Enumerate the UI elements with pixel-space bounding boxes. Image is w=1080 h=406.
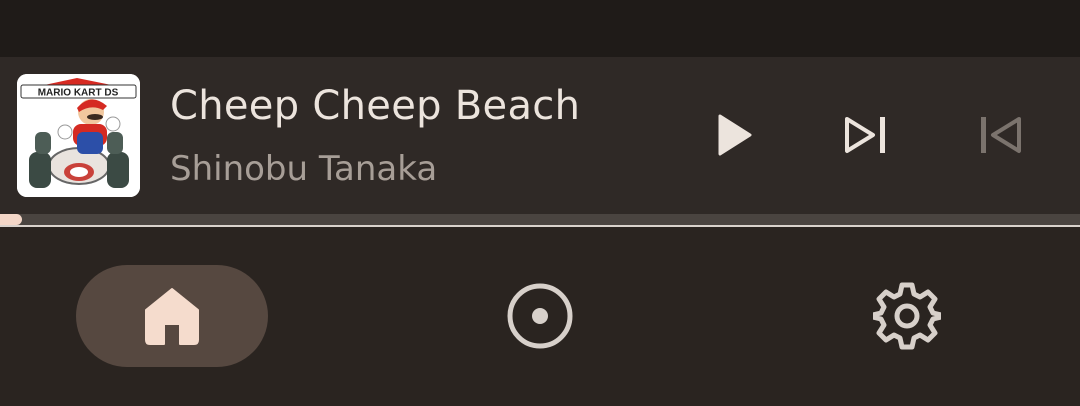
- mini-player[interactable]: MARIO KART DS Cheep Cheep Beach Shinobu …: [0, 57, 1080, 227]
- nav-item-settings[interactable]: [811, 265, 1003, 367]
- album-logo-text: MARIO KART DS: [38, 88, 119, 99]
- skip-next-button[interactable]: [836, 105, 896, 165]
- play-icon: [718, 114, 752, 156]
- play-button[interactable]: [704, 105, 764, 165]
- skip-previous-button[interactable]: [970, 105, 1030, 165]
- nav-item-library[interactable]: [444, 265, 636, 367]
- status-bar: [0, 0, 1080, 57]
- home-icon: [145, 288, 199, 345]
- progress-bar[interactable]: [0, 214, 1080, 225]
- progress-fill: [0, 214, 22, 225]
- album-art: MARIO KART DS: [17, 74, 140, 197]
- track-title: Cheep Cheep Beach: [170, 83, 581, 129]
- track-artist: Shinobu Tanaka: [170, 149, 438, 189]
- skip-previous-icon: [981, 117, 1021, 153]
- gear-icon: [873, 282, 941, 350]
- album-art-icon: MARIO KART DS: [17, 74, 140, 197]
- bottom-navigation: [0, 227, 1080, 406]
- album-icon: [507, 283, 573, 349]
- skip-next-icon: [845, 117, 885, 153]
- nav-item-home[interactable]: [76, 265, 268, 367]
